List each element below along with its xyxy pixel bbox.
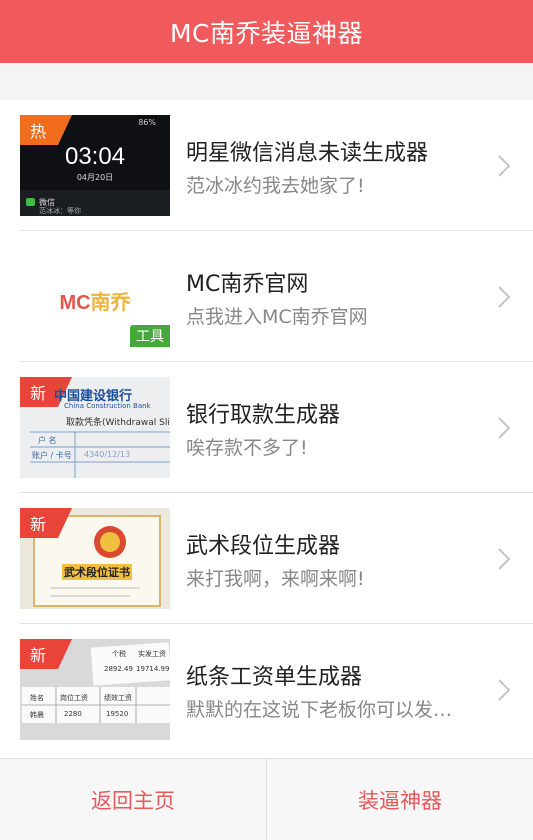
list-item-wechat-generator[interactable]: 热 86% 03:04 04月20日 微信 范冰冰：等你 明星微信消息未读生成器… [0,100,533,231]
new-badge: 新 [20,639,72,669]
notification-message: 范冰冰：等你 [39,207,81,215]
battery-level: 86% [138,118,156,127]
chevron-right-icon [498,547,511,570]
list-item-official-site[interactable]: MC南乔 工具 MC南乔官网 点我进入MC南乔官网 [0,231,533,362]
lockscreen-date: 04月20日 [76,173,114,182]
slip-header-tax: 个税 [112,650,126,658]
item-desc: 默默的在这说下老板你可以发… [186,699,453,721]
slip-title: 取款凭条(Withdrawal Slip [66,418,170,428]
slip-value-base: 2280 [64,710,82,718]
bottom-nav: 返回主页 装逼神器 [0,758,533,840]
bank-name-en: China Construction Bank [64,402,151,410]
list-item-martial-arts[interactable]: 新 武术段位证书 武术段位生成器 来打我啊，来啊来啊! [0,493,533,624]
thumbnail-wechat-lockscreen: 热 86% 03:04 04月20日 微信 范冰冰：等你 [20,115,170,216]
item-title: 纸条工资单生成器 [186,665,363,690]
slip-row-account: 账户 / 卡号 [32,451,72,460]
tool-badge: 工具 [130,325,170,347]
list-item-salary-slip[interactable]: 新 个税 实发工资 2892.49 19714.99 姓名 岗位工资 绩效工资 … [0,624,533,755]
slip-header-base: 岗位工资 [60,694,88,702]
item-title: 明星微信消息未读生成器 [186,141,429,166]
generator-list: 热 86% 03:04 04月20日 微信 范冰冰：等你 明星微信消息未读生成器… [0,100,533,758]
slip-header-perf: 绩效工资 [104,694,132,702]
hot-badge: 热 [20,115,72,145]
item-desc: 来打我啊，来啊来啊! [186,568,365,590]
slip-value-perf: 19520 [106,710,129,718]
slip-value-tax: 2892.49 [104,665,133,673]
slip-account-number: 4340/12/13 [84,450,131,459]
item-desc: 点我进入MC南乔官网 [186,306,368,328]
item-title: MC南乔官网 [186,272,309,297]
mc-nanqiao-logo: MC南乔 [59,292,131,314]
list-item-bank-withdrawal[interactable]: 新 中国建设银行 China Construction Bank 取款凭条(Wi… [0,362,533,493]
thumbnail-martial-cert: 新 武术段位证书 [20,508,170,609]
slip-row-name: 户 名 [38,436,57,445]
app-header: MC南乔装逼神器 [0,0,533,63]
thumbnail-mc-logo: MC南乔 工具 [20,246,170,347]
item-title: 武术段位生成器 [186,534,341,559]
thumbnail-salary-slip: 新 个税 实发工资 2892.49 19714.99 姓名 岗位工资 绩效工资 … [20,639,170,740]
chevron-right-icon [498,285,511,308]
chevron-right-icon [498,154,511,177]
slip-header-name: 姓名 [30,694,44,702]
header-spacer [0,63,533,100]
slip-value-name: 韩晨 [30,711,44,719]
item-desc: 范冰冰约我去她家了! [186,175,365,197]
back-home-button[interactable]: 返回主页 [0,759,266,840]
thumbnail-bank-slip: 新 中国建设银行 China Construction Bank 取款凭条(Wi… [20,377,170,478]
slip-value-net: 19714.99 [136,665,170,673]
app-title: MC南乔装逼神器 [169,18,364,48]
tools-button[interactable]: 装逼神器 [267,759,533,840]
item-desc: 唉存款不多了! [186,437,308,459]
chevron-right-icon [498,416,511,439]
new-badge: 新 [20,508,72,538]
lockscreen-time: 03:04 [64,143,126,170]
certificate-title: 武术段位证书 [62,564,132,580]
chevron-right-icon [498,678,511,701]
item-title: 银行取款生成器 [186,403,341,428]
slip-header-net: 实发工资 [138,650,166,658]
